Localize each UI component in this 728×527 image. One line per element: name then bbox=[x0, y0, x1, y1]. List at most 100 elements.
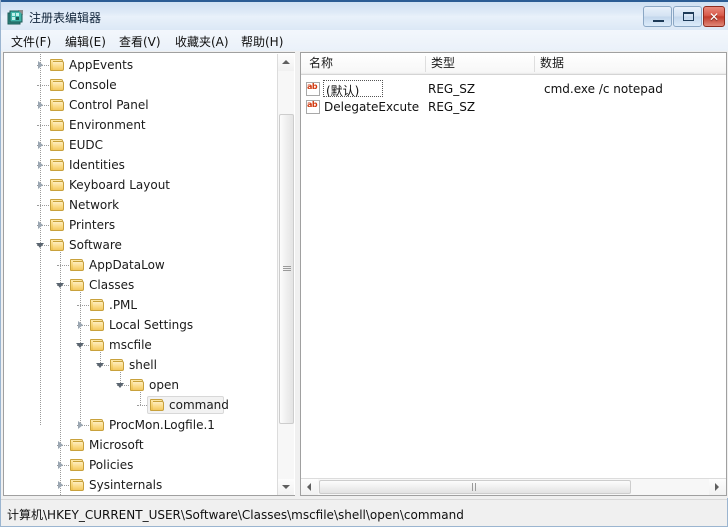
tree-item-local-settings[interactable]: Local Settings bbox=[4, 315, 276, 335]
tree-item-command[interactable]: command bbox=[4, 395, 276, 415]
column-header-name[interactable]: 名称 bbox=[304, 53, 425, 74]
menu-favorites[interactable]: 收藏夹(A) bbox=[173, 33, 231, 49]
tree-expand-icon[interactable] bbox=[36, 221, 45, 230]
tree-item-appdatalow[interactable]: AppDataLow bbox=[4, 255, 276, 275]
tree-expand-icon[interactable] bbox=[56, 481, 65, 490]
tree-item-classes[interactable]: Classes bbox=[4, 275, 276, 295]
tree-expand-icon[interactable] bbox=[36, 61, 45, 70]
tree-item-label: mscfile bbox=[109, 338, 152, 352]
tree-expand-icon[interactable] bbox=[36, 161, 45, 170]
value-row[interactable]: DelegateExcute REG_SZ bbox=[301, 98, 726, 116]
tree-item-label: ProcMon.Logfile.1 bbox=[109, 418, 215, 432]
tree-item-label: EUDC bbox=[69, 138, 103, 152]
tree-item-microsoft[interactable]: Microsoft bbox=[4, 435, 276, 455]
tree-item-environment[interactable]: Environment bbox=[4, 115, 276, 135]
maximize-button[interactable] bbox=[673, 6, 702, 27]
tree-item-label: Local Settings bbox=[109, 318, 194, 332]
tree-item-printers[interactable]: Printers bbox=[4, 215, 276, 235]
tree-item-label: open bbox=[149, 378, 179, 392]
close-button[interactable]: ✕ bbox=[703, 6, 725, 27]
string-value-icon bbox=[306, 100, 320, 114]
registry-tree[interactable]: AppEvents Console Control Panel Environment… bbox=[4, 53, 276, 495]
folder-icon bbox=[110, 358, 126, 372]
tree-item-software[interactable]: Software bbox=[4, 235, 276, 255]
tree-connector bbox=[37, 205, 49, 207]
column-header-type[interactable]: 类型 bbox=[426, 53, 534, 74]
tree-expand-icon[interactable] bbox=[36, 141, 45, 150]
tree-item-label: AppEvents bbox=[69, 58, 134, 72]
folder-icon bbox=[70, 278, 86, 292]
tree-item-shell[interactable]: shell bbox=[4, 355, 276, 375]
tree-expand-icon[interactable] bbox=[36, 101, 45, 110]
tree-item-open[interactable]: open bbox=[4, 375, 276, 395]
tree-expand-icon[interactable] bbox=[36, 181, 45, 190]
scrollbar-grip-icon bbox=[282, 265, 291, 273]
tree-item-console[interactable]: Console bbox=[4, 75, 276, 95]
tree-collapse-icon[interactable] bbox=[56, 281, 65, 290]
scroll-right-button[interactable] bbox=[709, 479, 726, 495]
tree-collapse-icon[interactable] bbox=[96, 361, 105, 370]
menu-view[interactable]: 查看(V) bbox=[117, 33, 163, 49]
scroll-left-button[interactable] bbox=[301, 479, 318, 495]
content-area: AppEvents Console Control Panel Environment… bbox=[1, 51, 728, 498]
chevron-up-icon bbox=[282, 60, 290, 64]
folder-icon bbox=[90, 418, 106, 432]
folder-icon bbox=[90, 338, 106, 352]
menu-file[interactable]: 文件(F) bbox=[9, 33, 53, 49]
tree-item-appevents[interactable]: AppEvents bbox=[4, 55, 276, 75]
menu-help[interactable]: 帮助(H) bbox=[239, 33, 285, 49]
registry-values-pane[interactable]: 名称 类型 数据 (默认) REG_SZ cmd.exe /c notepad … bbox=[300, 52, 727, 496]
tree-item-procmon-logfile-1[interactable]: ProcMon.Logfile.1 bbox=[4, 415, 276, 435]
tree-connector bbox=[57, 265, 69, 267]
tree-item-sysinternals[interactable]: Sysinternals bbox=[4, 475, 276, 495]
tree-item-eudc[interactable]: EUDC bbox=[4, 135, 276, 155]
title-bar[interactable]: 注册表编辑器 ✕ bbox=[1, 0, 728, 30]
list-horizontal-scrollbar[interactable] bbox=[301, 478, 726, 495]
folder-icon bbox=[90, 318, 106, 332]
tree-item-mscfile[interactable]: mscfile bbox=[4, 335, 276, 355]
scroll-up-button[interactable] bbox=[278, 54, 294, 71]
minimize-button[interactable] bbox=[643, 6, 672, 27]
tree-item-control-panel[interactable]: Control Panel bbox=[4, 95, 276, 115]
scrollbar-grip-icon bbox=[471, 483, 479, 491]
value-type: REG_SZ bbox=[428, 100, 476, 114]
chevron-right-icon bbox=[715, 483, 719, 491]
value-name: DelegateExcute bbox=[324, 100, 420, 114]
tree-expand-icon[interactable] bbox=[76, 321, 85, 330]
tree-collapse-icon[interactable] bbox=[116, 381, 125, 390]
folder-icon bbox=[130, 378, 146, 392]
folder-icon bbox=[50, 158, 66, 172]
tree-item-label: shell bbox=[129, 358, 157, 372]
tree-expand-icon[interactable] bbox=[76, 421, 85, 430]
tree-expand-icon[interactable] bbox=[56, 461, 65, 470]
tree-item-keyboard-layout[interactable]: Keyboard Layout bbox=[4, 175, 276, 195]
value-name: (默认) bbox=[326, 84, 360, 98]
tree-scrollbar-thumb[interactable] bbox=[279, 114, 294, 424]
menu-edit[interactable]: 编辑(E) bbox=[63, 33, 108, 49]
scroll-down-button[interactable] bbox=[278, 479, 294, 495]
column-header-data[interactable]: 数据 bbox=[535, 53, 726, 74]
current-key-path: 计算机\HKEY_CURRENT_USER\Software\Classes\m… bbox=[7, 508, 464, 522]
tree-item-label: Keyboard Layout bbox=[69, 178, 171, 192]
close-icon: ✕ bbox=[708, 9, 720, 24]
tree-collapse-icon[interactable] bbox=[76, 341, 85, 350]
registry-tree-pane[interactable]: AppEvents Console Control Panel Environment… bbox=[3, 52, 295, 496]
folder-icon bbox=[70, 438, 86, 452]
folder-icon bbox=[50, 138, 66, 152]
tree-item-policies[interactable]: Policies bbox=[4, 455, 276, 475]
tree-item-label: Environment bbox=[69, 118, 146, 132]
tree-item-identities[interactable]: Identities bbox=[4, 155, 276, 175]
tree-vertical-scrollbar[interactable] bbox=[277, 54, 294, 495]
folder-icon bbox=[50, 178, 66, 192]
value-row[interactable]: (默认) REG_SZ cmd.exe /c notepad bbox=[301, 80, 726, 98]
folder-icon bbox=[90, 298, 106, 312]
value-data: cmd.exe /c notepad bbox=[544, 82, 663, 96]
list-scrollbar-thumb[interactable] bbox=[319, 480, 631, 494]
tree-item-label: Control Panel bbox=[69, 98, 149, 112]
tree-item-pml[interactable]: .PML bbox=[4, 295, 276, 315]
tree-collapse-icon[interactable] bbox=[36, 241, 45, 250]
maximize-icon bbox=[683, 12, 694, 21]
tree-expand-icon[interactable] bbox=[56, 441, 65, 450]
tree-item-network[interactable]: Network bbox=[4, 195, 276, 215]
chevron-left-icon bbox=[307, 483, 311, 491]
